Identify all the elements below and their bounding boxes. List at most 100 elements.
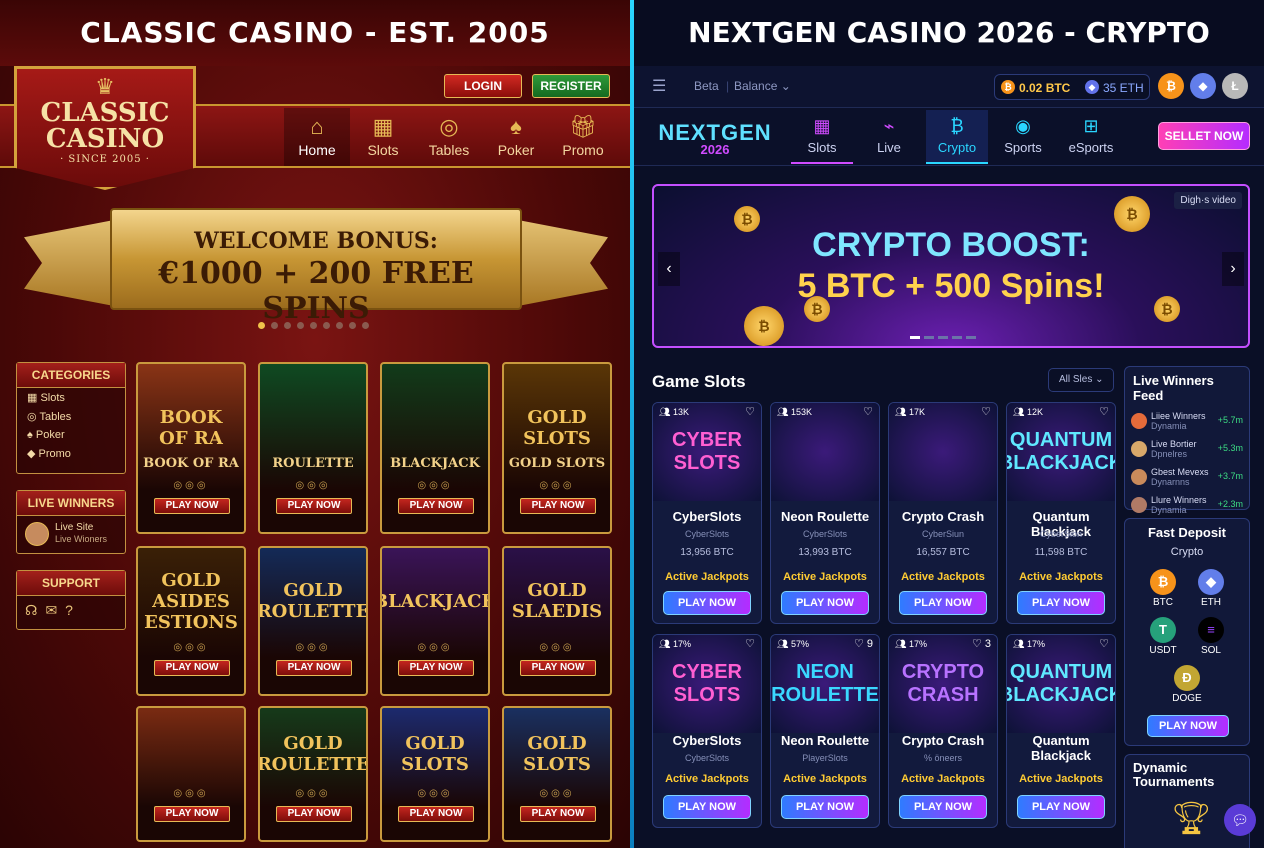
nextgen-logo[interactable]: NEXTGEN 2026 [650, 120, 780, 157]
game-card[interactable]: CYBER SLOTS 👥︎ 13K ♡ CyberSlots CyberSlots 13… [652, 402, 762, 624]
favorite-icon[interactable]: ♡ [745, 405, 755, 418]
nav-promo[interactable]: 🎁︎ Promo [550, 108, 616, 166]
nav-sports[interactable]: ◉ Sports [992, 110, 1054, 164]
game-card[interactable]: GOLD SLAEDIS ◎◎◎ PLAY NOW [502, 546, 612, 696]
deposit-btc[interactable]: ₿ BTC [1143, 569, 1183, 608]
game-card[interactable]: QUANTUM BLACKJACK👥︎ 17%♡ Quantum Blackja… [1006, 634, 1116, 828]
play-now-button[interactable]: PLAY NOW [398, 806, 474, 822]
carousel-dot[interactable] [910, 336, 920, 339]
game-card[interactable]: GOLD SLOTS GOLD SLOTS ◎◎◎ PLAY NOW [502, 362, 612, 534]
play-now-button[interactable]: PLAY NOW [781, 795, 869, 819]
game-card[interactable]: GOLD SLOTS ◎◎◎ PLAY NOW [502, 706, 612, 842]
play-now-button[interactable]: PLAY NOW [520, 498, 596, 514]
game-card[interactable]: GOLD ROULETTE ◎◎◎ PLAY NOW [258, 546, 368, 696]
play-now-button[interactable]: PLAY NOW [398, 498, 474, 514]
crypto-boost-hero[interactable]: ₿ ₿ ₿ ₿ ₿ CRYPTO BOOST: 5 BTC + 500 Spin… [652, 184, 1250, 348]
game-card[interactable]: CRYPTO CRASH 👥︎ 17% ♡ 3 Crypto Crash% öneer… [888, 634, 998, 828]
carousel-dot[interactable] [336, 322, 343, 329]
category-promo[interactable]: ◆ Promo [17, 444, 125, 463]
play-now-button[interactable]: PLAY NOW [398, 660, 474, 676]
deposit-eth[interactable]: ◆ ETH [1191, 569, 1231, 608]
winner-row[interactable]: Live Bortier Dpnelres +5.3m [1125, 437, 1249, 465]
play-now-button[interactable]: PLAY NOW [1017, 795, 1105, 819]
carousel-dot[interactable] [952, 336, 962, 339]
favorite-count[interactable]: ♡ [745, 637, 755, 650]
play-now-button[interactable]: PLAY NOW [276, 806, 352, 822]
nav-slots[interactable]: ▦ Slots [791, 110, 853, 164]
carousel-dot[interactable] [938, 336, 948, 339]
play-now-button[interactable]: PLAY NOW [154, 660, 230, 676]
category-poker[interactable]: ♠ Poker [17, 426, 125, 444]
carousel-dot[interactable] [284, 322, 291, 329]
play-now-button[interactable]: PLAY NOW [276, 660, 352, 676]
game-card[interactable]: ◎◎◎ PLAY NOW [136, 706, 246, 842]
play-now-button[interactable]: PLAY NOW [663, 591, 751, 615]
ltc-icon[interactable]: Ł [1222, 73, 1248, 99]
mail-icon[interactable]: ✉ [45, 602, 65, 618]
welcome-bonus-banner[interactable]: WELCOME BONUS: €1000 + 200 FREE SPINS [110, 208, 522, 326]
nav-slots[interactable]: ▦ Slots [350, 108, 416, 166]
play-now-button[interactable]: PLAY NOW [899, 795, 987, 819]
winner-row[interactable]: Liiee Winners Dynamia +5.7m [1125, 409, 1249, 437]
play-now-button[interactable]: PLAY NOW [520, 806, 596, 822]
favorite-count[interactable]: ♡ [1099, 637, 1109, 650]
game-card[interactable]: ROULETTE ◎◎◎ PLAY NOW [258, 362, 368, 534]
play-now-button[interactable]: PLAY NOW [154, 806, 230, 822]
category-slots[interactable]: ▦ Slots [17, 388, 125, 407]
carousel-dot[interactable] [924, 336, 934, 339]
nav-home[interactable]: ⌂ Home [284, 108, 350, 166]
game-card[interactable]: NEON ROULETTE 👥︎ 57% ♡ 9 Neon Roulette Playe… [770, 634, 880, 828]
wallet-balance[interactable]: ₿ 0.02 BTC ◆ 35 ETH [994, 74, 1150, 100]
deposit-sol[interactable]: ≡ SOL [1191, 617, 1231, 656]
carousel-dot[interactable] [349, 322, 356, 329]
btc-icon[interactable]: ₿ [1158, 73, 1184, 99]
favorite-count[interactable]: ♡ 9 [854, 637, 873, 650]
nav-esports[interactable]: ⊞ eSports [1060, 110, 1122, 164]
chat-icon[interactable]: 💬︎ [1224, 804, 1256, 836]
play-now-button[interactable]: PLAY NOW [520, 660, 596, 676]
balance-dropdown[interactable]: Balance ⌄ [734, 79, 791, 93]
favorite-icon[interactable]: ♡ [981, 405, 991, 418]
deposit-doge[interactable]: Ð DOGE [1167, 665, 1207, 704]
deposit-play-button[interactable]: PLAY NOW [1147, 715, 1229, 737]
game-card[interactable]: GOLD ROULETTE ◎◎◎ PLAY NOW [258, 706, 368, 842]
play-now-button[interactable]: PLAY NOW [1017, 591, 1105, 615]
carousel-dot[interactable] [362, 322, 369, 329]
play-now-button[interactable]: PLAY NOW [663, 795, 751, 819]
nav-live[interactable]: ⌁ Live [858, 110, 920, 164]
play-now-button[interactable]: PLAY NOW [276, 498, 352, 514]
winner-row[interactable]: Llure Winners Dynamia +2.3m [1125, 493, 1249, 521]
nav-crypto[interactable]: ₿ Crypto [926, 110, 988, 164]
headset-icon[interactable]: ☊ [25, 602, 45, 618]
favorite-icon[interactable]: ♡ [863, 405, 873, 418]
game-card[interactable]: GOLD SLOTS ◎◎◎ PLAY NOW [380, 706, 490, 842]
game-card[interactable]: BLACKJACK ◎◎◎ PLAY NOW [380, 362, 490, 534]
nav-tables[interactable]: ◎ Tables [416, 108, 482, 166]
carousel-dot[interactable] [258, 322, 265, 329]
game-card[interactable]: BOOK OF RA BOOK OF RA ◎◎◎ PLAY NOW [136, 362, 246, 534]
carousel-dot[interactable] [297, 322, 304, 329]
hero-carousel-dots[interactable] [910, 336, 976, 339]
game-card[interactable]: 👥︎ 17K ♡ Crypto Crash CyberSiun 16,557 BTC Ac… [888, 402, 998, 624]
deposit-usdt[interactable]: T USDT [1143, 617, 1183, 656]
play-now-button[interactable]: PLAY NOW [781, 591, 869, 615]
chevron-right-icon[interactable]: › [1222, 252, 1244, 286]
login-button[interactable]: LOGIN [444, 74, 522, 98]
carousel-dot[interactable] [966, 336, 976, 339]
game-card[interactable]: BLACKJACK ◎◎◎ PLAY NOW [380, 546, 490, 696]
hamburger-menu-icon[interactable]: ☰ [652, 76, 666, 96]
category-tables[interactable]: ◎ Tables [17, 407, 125, 426]
carousel-dot[interactable] [271, 322, 278, 329]
help-icon[interactable]: ? [65, 602, 81, 618]
nav-poker[interactable]: ♠ Poker [483, 108, 549, 166]
game-card[interactable]: QUANTUM BLACKJACK👥︎ 12K♡Quantum Blackjac… [1006, 402, 1116, 624]
chevron-left-icon[interactable]: ‹ [658, 252, 680, 286]
game-card[interactable]: CYBER SLOTS 👥︎ 17% ♡ CyberSlots CyberSlots A… [652, 634, 762, 828]
play-now-button[interactable]: PLAY NOW [899, 591, 987, 615]
favorite-icon[interactable]: ♡ [1099, 405, 1109, 418]
eth-icon[interactable]: ◆ [1190, 73, 1216, 99]
carousel-dot[interactable] [310, 322, 317, 329]
game-card[interactable]: GOLD ASIDES ESTIONS ◎◎◎ PLAY NOW [136, 546, 246, 696]
cta-button[interactable]: SELLET NOW [1158, 122, 1250, 150]
favorite-count[interactable]: ♡ 3 [972, 637, 991, 650]
